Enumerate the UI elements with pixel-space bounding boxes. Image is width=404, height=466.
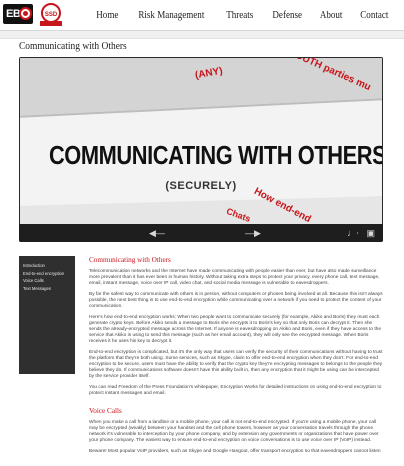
sidebar-item-introduction[interactable]: Introduction [23,262,71,270]
nav-contact[interactable]: Contact [355,10,395,21]
nav-home[interactable]: Home [96,10,124,21]
video-title: COMMUNICATING WITH OTHERS [48,140,382,170]
site-header: EB SSD Home Risk Management Threats Defe… [0,0,404,31]
site-logo[interactable]: EB [3,4,33,24]
sidebar-item-end-to-end-encryption[interactable]: End-to-end encryption [23,270,71,278]
paragraph: When you make a call from a landline or … [89,419,379,443]
main-content: Communicating with Others Telecommunicat… [89,256,383,459]
section-title: Communicating with Others [89,256,171,264]
logo-seal-icon [19,7,32,20]
volume-icon[interactable]: ♩⋅ [347,228,359,238]
main-nav: Home Risk Management Threats Defense Abo… [94,0,398,31]
prev-arrow-icon[interactable]: ◀— [149,228,165,238]
sidebar-item-text-messages[interactable]: Text Messages [23,285,71,293]
sub-bar [0,31,404,39]
video-frame[interactable]: (ANY) OUTH parties mu COMMUNICATING WITH… [20,58,382,224]
sidebar-item-voice-calls[interactable]: Voice Calls [23,277,71,285]
video-player[interactable]: (ANY) OUTH parties mu COMMUNICATING WITH… [19,57,383,242]
paragraph: Beware! Most popular VoIP providers, suc… [89,448,381,454]
ssd-logo[interactable]: SSD [36,2,66,28]
section-title: Voice Calls [89,406,122,415]
fullscreen-icon[interactable]: ▣ [366,228,375,238]
nav-threats[interactable]: Threats [220,10,259,21]
video-subtitle: (SECURELY) [165,180,237,192]
ssd-logo-text: SSD [45,12,58,18]
paragraph: Telecommunication networks and the Inter… [89,269,380,287]
paragraph: Here's how end-to-end encryption works: … [89,314,381,344]
paragraph: End-to-end encryption is complicated, bu… [89,349,383,379]
nav-defense[interactable]: Defense [266,10,308,21]
sidebar-nav: Introduction End-to-end encryption Voice… [19,256,75,374]
paragraph: By far the safest way to communicate wit… [89,291,383,309]
video-controls: ◀— —▶ ♩⋅ ▣ [19,224,383,242]
next-arrow-icon[interactable]: —▶ [245,228,261,238]
page-title: Communicating with Others [19,40,127,52]
paragraph: You can read Freedom of the Press Founda… [89,384,382,396]
nav-about[interactable]: About [314,10,349,21]
nav-risk-management[interactable]: Risk Management [133,10,211,21]
